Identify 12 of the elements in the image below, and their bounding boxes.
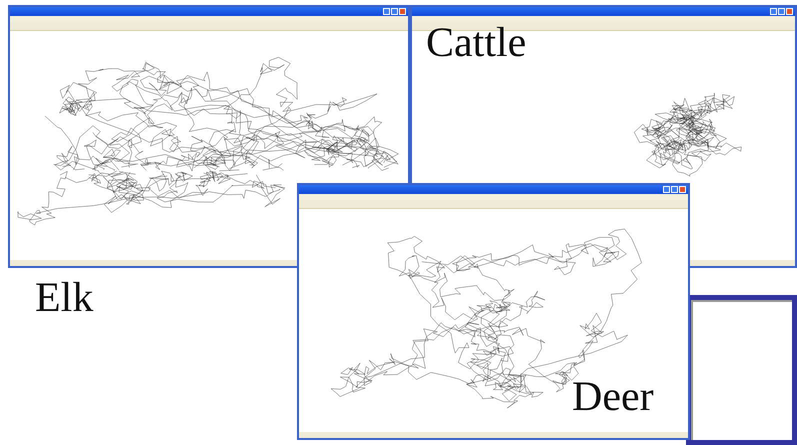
species-caption: Cattle: [426, 22, 526, 64]
close-button[interactable]: [679, 186, 686, 193]
close-button[interactable]: [399, 8, 406, 15]
close-button[interactable]: [786, 8, 793, 15]
maximize-button[interactable]: [671, 186, 678, 193]
species-caption: Elk: [35, 277, 94, 319]
maximize-button[interactable]: [778, 8, 785, 15]
minimize-button[interactable]: [383, 8, 390, 15]
minimize-button[interactable]: [663, 186, 670, 193]
minimize-button[interactable]: [770, 8, 777, 15]
maximize-button[interactable]: [391, 8, 398, 15]
species-caption: Deer: [572, 376, 654, 418]
